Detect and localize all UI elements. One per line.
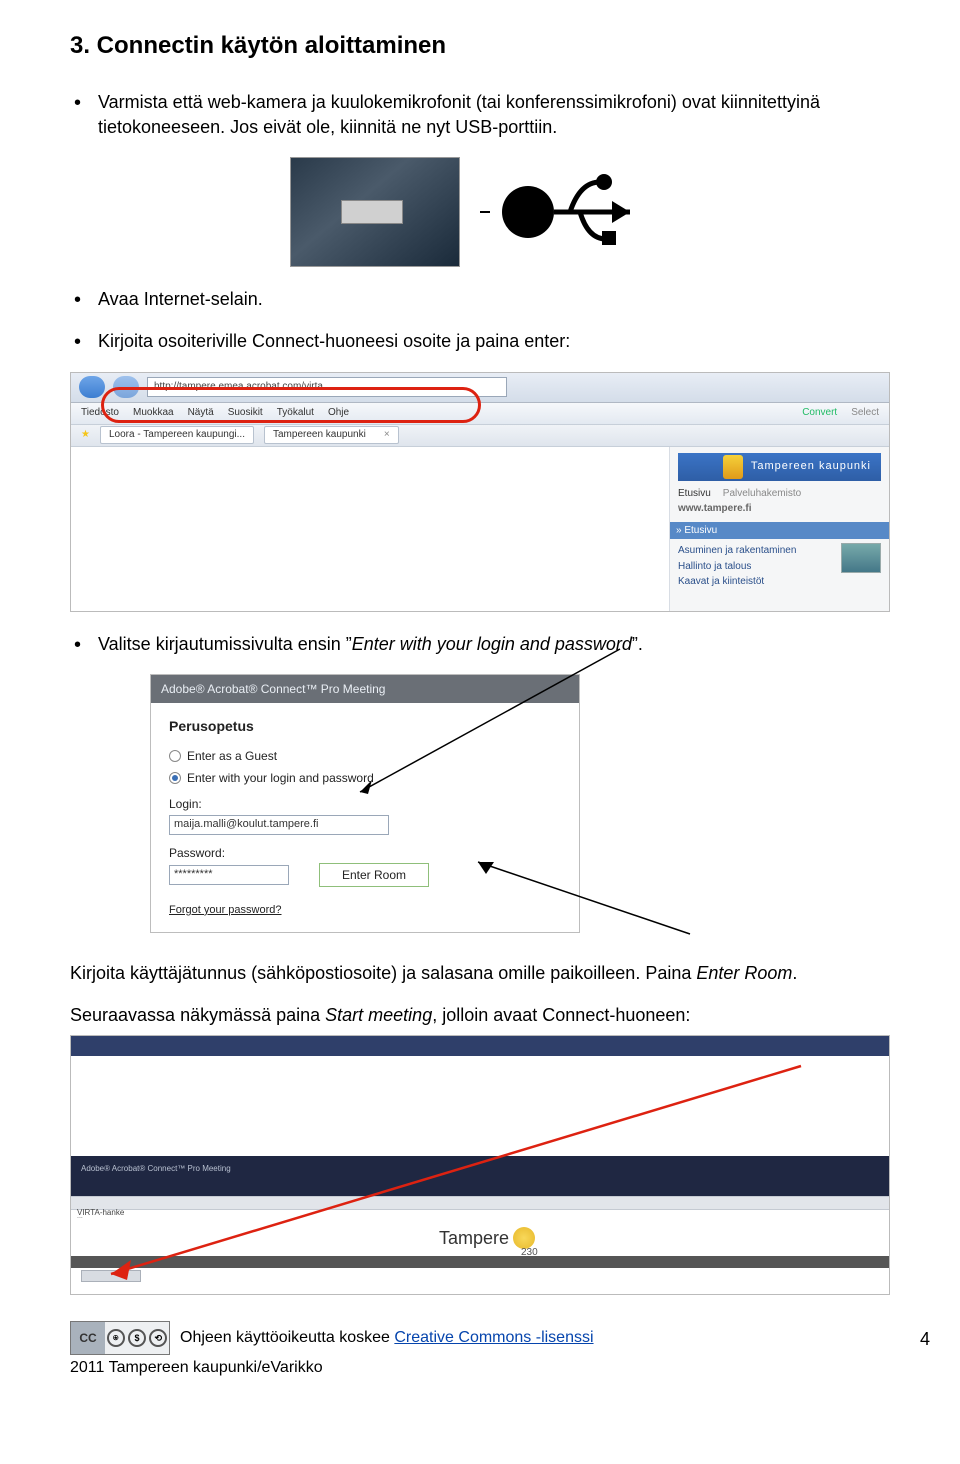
browser-tab-2[interactable]: Tampereen kaupunki× (264, 426, 399, 444)
radio-guest-row[interactable]: Enter as a Guest (169, 748, 561, 764)
cc-by-icon: ⍟ (107, 1329, 125, 1347)
menu-convert[interactable]: Convert (802, 406, 837, 420)
login-label: Login: (169, 796, 561, 812)
instruction-next: Seuraavassa näkymässä paina Start meetin… (70, 1003, 890, 1027)
login-screenshot: Adobe® Acrobat® Connect™ Pro Meeting Per… (150, 674, 710, 933)
cc-sa-icon: ⟲ (149, 1329, 167, 1347)
annotation-red-arrow (71, 1036, 890, 1295)
side-www: www.tampere.fi (678, 502, 881, 516)
menu-select[interactable]: Select (851, 406, 879, 420)
usb-port-photo (290, 157, 460, 267)
side-section-head: » Etusivu (670, 522, 889, 540)
side-link-3[interactable]: Kaavat ja kiinteistöt (678, 574, 881, 590)
usb-logo-icon (480, 167, 640, 257)
radio-login[interactable] (169, 772, 181, 784)
tampere-banner: Tampereen kaupunki (678, 453, 881, 481)
usb-illustration-row (290, 157, 890, 267)
cc-badge-icon: CC ⍟ $ ⟲ (70, 1321, 170, 1355)
footer-line2: 2011 Tampereen kaupunki/eVarikko (70, 1357, 890, 1379)
bullet-4: Valitse kirjautumissivulta ensin ”Enter … (70, 632, 890, 656)
instruction-after-login: Kirjoita käyttäjätunnus (sähköpostiosoit… (70, 961, 890, 985)
section-heading: 3. Connectin käytön aloittaminen (70, 30, 890, 62)
footer-text: Ohjeen käyttöoikeutta koskee (180, 1329, 394, 1346)
cc-nc-icon: $ (128, 1329, 146, 1347)
radio-guest-label: Enter as a Guest (187, 748, 277, 764)
login-input[interactable]: maija.malli@koulut.tampere.fi (169, 815, 389, 835)
browser-screenshot: http://tampere.emea.acrobat.com/virta Ti… (70, 372, 890, 612)
page-footer: CC ⍟ $ ⟲ Ohjeen käyttöoikeutta koskee Cr… (70, 1321, 890, 1355)
side-tab-palvelu[interactable]: Palveluhakemisto (723, 487, 801, 501)
login-title: Perusopetus (169, 717, 561, 736)
browser-content-left (71, 447, 669, 612)
browser-tab-1[interactable]: Loora - Tampereen kaupungi... (100, 426, 254, 444)
forgot-password-link[interactable]: Forgot your password? (169, 903, 282, 918)
radio-login-label: Enter with your login and password (187, 770, 374, 786)
favorites-star-icon[interactable]: ★ (81, 428, 90, 442)
start-meeting-screenshot: Adobe® Acrobat® Connect™ Pro Meeting VIR… (70, 1035, 890, 1295)
radio-guest[interactable] (169, 750, 181, 762)
login-header: Adobe® Acrobat® Connect™ Pro Meeting (151, 675, 579, 703)
browser-sidebar: Tampereen kaupunki Etusivu Palveluhakemi… (669, 447, 889, 612)
nav-back-icon (79, 376, 105, 398)
tampere-shield-icon (723, 455, 743, 479)
bullet-3: Kirjoita osoiteriville Connect-huoneesi … (70, 329, 890, 353)
browser-tab-row: ★ Loora - Tampereen kaupungi... Tamperee… (71, 425, 889, 447)
password-label: Password: (169, 845, 561, 861)
bullet-2: Avaa Internet-selain. (70, 287, 890, 311)
footer-cc-link[interactable]: Creative Commons -lisenssi (394, 1329, 593, 1346)
enter-room-button[interactable]: Enter Room (319, 863, 429, 887)
page-number: 4 (920, 1327, 930, 1351)
bullet-1: Varmista että web-kamera ja kuulokemikro… (70, 90, 890, 139)
side-tab-etusivu[interactable]: Etusivu (678, 487, 711, 501)
radio-login-row[interactable]: Enter with your login and password (169, 770, 561, 786)
side-thumb-icon (841, 543, 881, 573)
annotation-oval (101, 387, 481, 423)
password-input[interactable]: ********* (169, 865, 289, 885)
